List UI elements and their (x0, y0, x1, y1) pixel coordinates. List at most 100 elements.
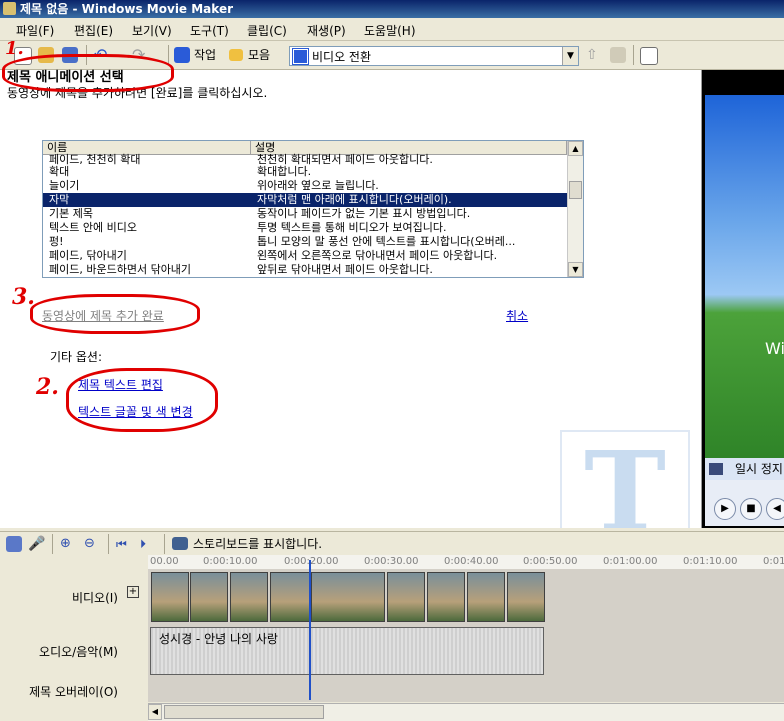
annotation-number-2: 2. (36, 374, 59, 400)
ruler-tick: 0:00:50.00 (523, 556, 578, 567)
list-item[interactable]: 텍스트 안에 비디오 투명 텍스트를 통해 비디오가 보여집니다. (43, 221, 567, 235)
ruler-tick: 0:00:10.00 (203, 556, 258, 567)
prev-frame-button[interactable]: ◀ (766, 498, 784, 520)
collections-icon (229, 49, 243, 61)
scroll-left-icon[interactable]: ◀ (148, 704, 162, 720)
monitor-icon (709, 463, 723, 475)
menu-view[interactable]: 보기(V) (132, 22, 172, 39)
animation-list[interactable]: 이름 설명 페이드, 천천히 확대 천천히 확대되면서 페이드 아웃합니다. 확대… (42, 140, 584, 278)
video-clip[interactable] (507, 572, 545, 622)
list-item-description: 동작이나 페이드가 없는 기본 표시 방법입니다. (257, 207, 471, 220)
video-clip[interactable] (387, 572, 425, 622)
annotation-circle-2 (66, 368, 218, 432)
list-item-name: 늘이기 (49, 179, 80, 192)
play-button[interactable]: ▶ (714, 498, 736, 520)
collections-button[interactable]: 모음 (248, 46, 270, 64)
playhead[interactable] (309, 560, 311, 700)
list-item[interactable]: 늘이기 위아래와 옆으로 늘립니다. (43, 179, 567, 193)
ruler-tick: 0:01 (763, 556, 784, 567)
list-item-name: 페이드, 바운드하면서 닦아내기 (49, 263, 192, 276)
menu-clip[interactable]: 클립(C) (247, 22, 287, 39)
expand-plus-icon[interactable]: + (127, 586, 139, 598)
audio-clip[interactable]: 성시경 - 안녕 나의 사랑 (150, 627, 544, 675)
ruler-tick: 0:01:00.00 (603, 556, 658, 567)
set-audio-levels-icon[interactable] (6, 536, 22, 552)
list-item-description: 위아래와 옆으로 늘립니다. (257, 179, 379, 192)
title-overlay-track[interactable] (148, 678, 784, 702)
list-item-name: 확대 (49, 165, 70, 178)
list-item-name: 펑! (49, 235, 64, 248)
audio-clip-name: 성시경 - 안녕 나의 사랑 (159, 632, 278, 646)
storyboard-icon[interactable] (172, 537, 188, 550)
rewind-icon[interactable]: ⏮ (116, 536, 132, 552)
narrate-microphone-icon[interactable]: 🎤 (28, 536, 45, 552)
video-clip[interactable] (190, 572, 228, 622)
video-clip[interactable] (151, 572, 189, 622)
scroll-down-icon[interactable]: ▼ (568, 262, 583, 277)
zoom-in-icon[interactable]: ⊕ (60, 536, 76, 552)
title-t-watermark: T (560, 430, 690, 528)
video-clip[interactable] (270, 572, 310, 622)
ruler-tick: 0:01:10.00 (683, 556, 738, 567)
list-item-selected[interactable]: 자막 자막처럼 맨 아래에 표시합니다(오버레이). (43, 193, 567, 207)
menu-play[interactable]: 재생(P) (307, 22, 346, 39)
other-options-label: 기타 옵션: (50, 350, 103, 364)
list-item[interactable]: 페이드, 바운드하면서 닦아내기 앞뒤로 닦아내면서 페이드 아웃합니다. (43, 263, 567, 277)
timeline-toolbar: 🎤 ⊕ ⊖ ⏮ ⏵ 스토리보드를 표시합니다. (0, 531, 784, 556)
ruler-tick: 0:00:40.00 (444, 556, 499, 567)
list-item-description: 왼쪽에서 오른쪽으로 닦아내면서 페이드 아웃합니다. (257, 249, 498, 262)
views-icon[interactable] (640, 47, 658, 65)
tasks-button[interactable]: 작업 (194, 46, 216, 64)
menu-tools[interactable]: 도구(T) (190, 22, 229, 39)
menu-bar: 파일(F) 편집(E) 보기(V) 도구(T) 클립(C) 재생(P) 도움말(… (0, 18, 784, 41)
ruler-tick: 0:00:20.00 (284, 556, 339, 567)
timeline-scrollbar[interactable]: ◀ (148, 703, 784, 721)
show-storyboard-button[interactable]: 스토리보드를 표시합니다. (193, 535, 322, 553)
list-item-name: 자막 (49, 193, 70, 206)
list-item[interactable]: 기본 제목 동작이나 페이드가 없는 기본 표시 방법입니다. (43, 207, 567, 221)
stop-button[interactable]: ■ (740, 498, 762, 520)
toolbar-separator (633, 45, 634, 65)
video-clip[interactable] (427, 572, 465, 622)
window-title: 제목 없음 - Windows Movie Maker (20, 2, 233, 16)
video-clip[interactable] (230, 572, 268, 622)
ruler-tick: 0:00:30.00 (364, 556, 419, 567)
video-clip[interactable] (311, 572, 385, 622)
title-bar: 제목 없음 - Windows Movie Maker (0, 0, 784, 18)
chevron-down-icon[interactable]: ▼ (562, 47, 578, 65)
up-icon[interactable]: ⇧ (586, 47, 602, 63)
list-item-name: 텍스트 안에 비디오 (49, 221, 137, 234)
list-item[interactable]: 펑! 톱니 모양의 말 풍선 안에 텍스트를 표시합니다(오버레... (43, 235, 567, 249)
list-item-name: 페이드, 닦아내기 (49, 249, 127, 262)
tasks-icon (174, 47, 190, 63)
play-timeline-icon[interactable]: ⏵ (140, 536, 156, 552)
menu-help[interactable]: 도움말(H) (364, 22, 416, 39)
track-label-video[interactable]: 비디오(I) (0, 589, 148, 606)
scroll-thumb[interactable] (569, 181, 582, 199)
list-item-description: 확대합니다. (257, 165, 312, 178)
annotation-circle-1 (2, 54, 174, 92)
timeline-ruler[interactable]: 00.00 0:00:10.00 0:00:20.00 0:00:30.00 0… (148, 555, 784, 570)
video-transition-icon (293, 49, 308, 64)
menu-file[interactable]: 파일(F) (16, 22, 54, 39)
track-label-title-overlay[interactable]: 제목 오버레이(O) (0, 683, 148, 700)
annotation-circle-3 (30, 294, 200, 334)
collection-select[interactable]: 비디오 전환 ▼ (289, 46, 579, 66)
list-item[interactable]: 확대 확대합니다. (43, 165, 567, 179)
toolbar-separator (168, 45, 169, 65)
video-clip[interactable] (467, 572, 505, 622)
list-scrollbar[interactable]: ▲ ▼ (567, 141, 583, 277)
list-item-name: 기본 제목 (49, 207, 93, 220)
scroll-up-icon[interactable]: ▲ (568, 141, 583, 156)
zoom-out-icon[interactable]: ⊖ (84, 536, 100, 552)
toolbar-separator (52, 534, 53, 554)
track-label-audio[interactable]: 오디오/음악(M) (0, 643, 148, 660)
menu-edit[interactable]: 편집(E) (74, 22, 113, 39)
list-item-description: 앞뒤로 닦아내면서 페이드 아웃합니다. (257, 263, 433, 276)
cancel-link[interactable]: 취소 (506, 307, 528, 324)
toolbar-separator (108, 534, 109, 554)
list-item[interactable]: 페이드, 닦아내기 왼쪽에서 오른쪽으로 닦아내면서 페이드 아웃합니다. (43, 249, 567, 263)
scroll-thumb[interactable] (164, 705, 324, 719)
collection-select-value: 비디오 전환 (312, 50, 372, 64)
new-folder-icon[interactable] (610, 47, 626, 63)
